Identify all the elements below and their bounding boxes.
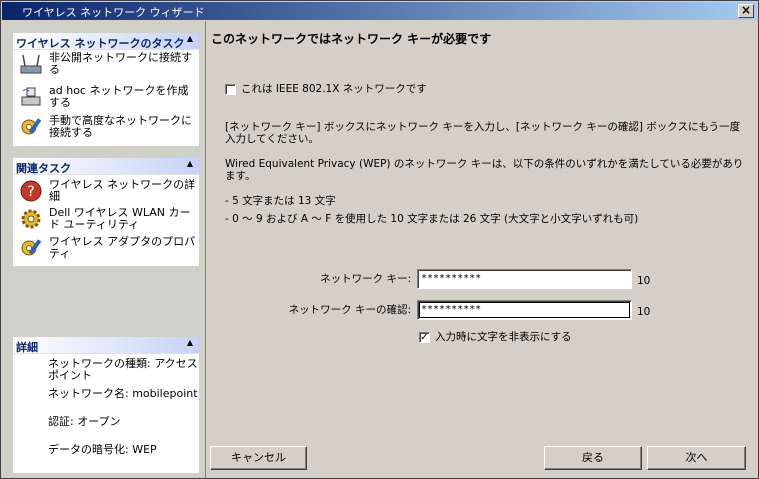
confirm-key-count: 10	[637, 306, 651, 318]
svg-text:?: ?	[27, 184, 34, 200]
next-button[interactable]: 次へ	[647, 446, 746, 470]
detail-authentication: 認証: オープン	[48, 415, 121, 428]
task-dell-wlan-utility[interactable]: Dell ワイヤレス WLAN カード ユーティリティ	[13, 207, 199, 233]
close-button[interactable]: ×	[738, 4, 754, 18]
detail-network-name: ネットワーク名: mobilepoint	[48, 387, 198, 400]
main-content: このネットワークではネットワーク キーが必要です これは IEEE 802.1X…	[207, 21, 758, 478]
wizard-window: ワイヤレス ネットワーク ウィザード × ワイヤレス ネットワークのタスク ▲ …	[0, 0, 759, 479]
collapse-arrow-icon[interactable]: ▲	[187, 34, 193, 43]
wireless-router-icon	[20, 54, 42, 74]
network-tasks-header[interactable]: ワイヤレス ネットワークのタスク ▲	[13, 33, 199, 50]
details-panel: 詳細 ▲ ネットワークの種類: アクセス ポイント ネットワーク名: mobil…	[13, 337, 199, 473]
detail-network-type: ネットワークの種類: アクセス ポイント	[48, 357, 198, 382]
ieee-8021x-checkbox[interactable]	[225, 84, 236, 95]
related-tasks-title: 関連タスク	[16, 162, 71, 175]
task-create-adhoc[interactable]: ad hoc ネットワークを作成する	[13, 85, 199, 111]
collapse-arrow-icon[interactable]: ▲	[187, 159, 193, 168]
adapter-properties-icon	[21, 239, 42, 256]
cancel-button[interactable]: キャンセル	[210, 446, 307, 470]
page-title: このネットワークではネットワーク キーが必要です	[211, 32, 492, 46]
adhoc-computer-icon	[21, 87, 41, 106]
task-label: 非公開ネットワークに接続する	[49, 51, 192, 76]
network-key-label: ネットワーク キー:	[320, 273, 411, 285]
ieee-8021x-label: これは IEEE 802.1X ネットワークです	[241, 83, 427, 95]
network-key-count: 10	[637, 275, 651, 287]
task-adapter-properties[interactable]: ワイヤレス アダプタのプロパティ	[13, 236, 199, 260]
detail-encryption: データの暗号化: WEP	[48, 443, 157, 456]
confirm-key-label: ネットワーク キーの確認:	[288, 304, 411, 316]
hide-characters-checkbox[interactable]: ✓	[419, 332, 430, 343]
collapse-arrow-icon[interactable]: ▲	[187, 338, 193, 347]
task-label: ad hoc ネットワークを作成する	[49, 84, 189, 109]
window-title: ワイヤレス ネットワーク ウィザード	[22, 6, 205, 19]
task-label: 手動で高度なネットワークに接続する	[49, 114, 192, 139]
network-tasks-panel: ワイヤレス ネットワークのタスク ▲ 非公開ネットワークに接続する ad hoc…	[13, 33, 199, 146]
task-manual-connect[interactable]: 手動で高度なネットワークに接続する	[13, 115, 199, 141]
advanced-settings-icon	[21, 118, 42, 135]
help-icon: ?	[20, 180, 42, 202]
task-connect-hidden-network[interactable]: 非公開ネットワークに接続する	[13, 52, 199, 78]
back-button[interactable]: 戻る	[544, 446, 642, 470]
details-title: 詳細	[16, 341, 38, 354]
wep-intro-text: Wired Equivalent Privacy (WEP) のネットワーク キ…	[225, 158, 744, 182]
related-tasks-panel: 関連タスク ▲ ? ワイヤレス ネットワークの詳細 Dell ワイヤレス WLA…	[13, 158, 199, 266]
instruction-text: [ネットワーク キー] ボックスにネットワーク キーを入力し、[ネットワーク キ…	[225, 121, 741, 145]
related-tasks-header[interactable]: 関連タスク ▲	[13, 158, 199, 175]
task-label: Dell ワイヤレス WLAN カード ユーティリティ	[49, 206, 191, 231]
task-wireless-details[interactable]: ? ワイヤレス ネットワークの詳細	[13, 178, 199, 203]
network-key-field[interactable]: **********	[417, 269, 632, 289]
task-label: ワイヤレス ネットワークの詳細	[49, 178, 196, 203]
details-header[interactable]: 詳細 ▲	[13, 337, 199, 354]
task-label: ワイヤレス アダプタのプロパティ	[49, 235, 196, 260]
sidebar: ワイヤレス ネットワークのタスク ▲ 非公開ネットワークに接続する ad hoc…	[3, 21, 206, 478]
confirm-key-field[interactable]: **********	[417, 300, 632, 320]
hide-characters-label: 入力時に文字を非表示にする	[435, 331, 572, 343]
network-tasks-title: ワイヤレス ネットワークのタスク	[16, 37, 185, 50]
condition-1: - 5 文字または 13 文字	[225, 195, 336, 207]
title-bar[interactable]: ワイヤレス ネットワーク ウィザード ×	[2, 2, 757, 20]
condition-2: - 0 ～ 9 および A ～ F を使用した 10 文字または 26 文字 (…	[225, 213, 639, 225]
gear-icon	[21, 209, 41, 229]
